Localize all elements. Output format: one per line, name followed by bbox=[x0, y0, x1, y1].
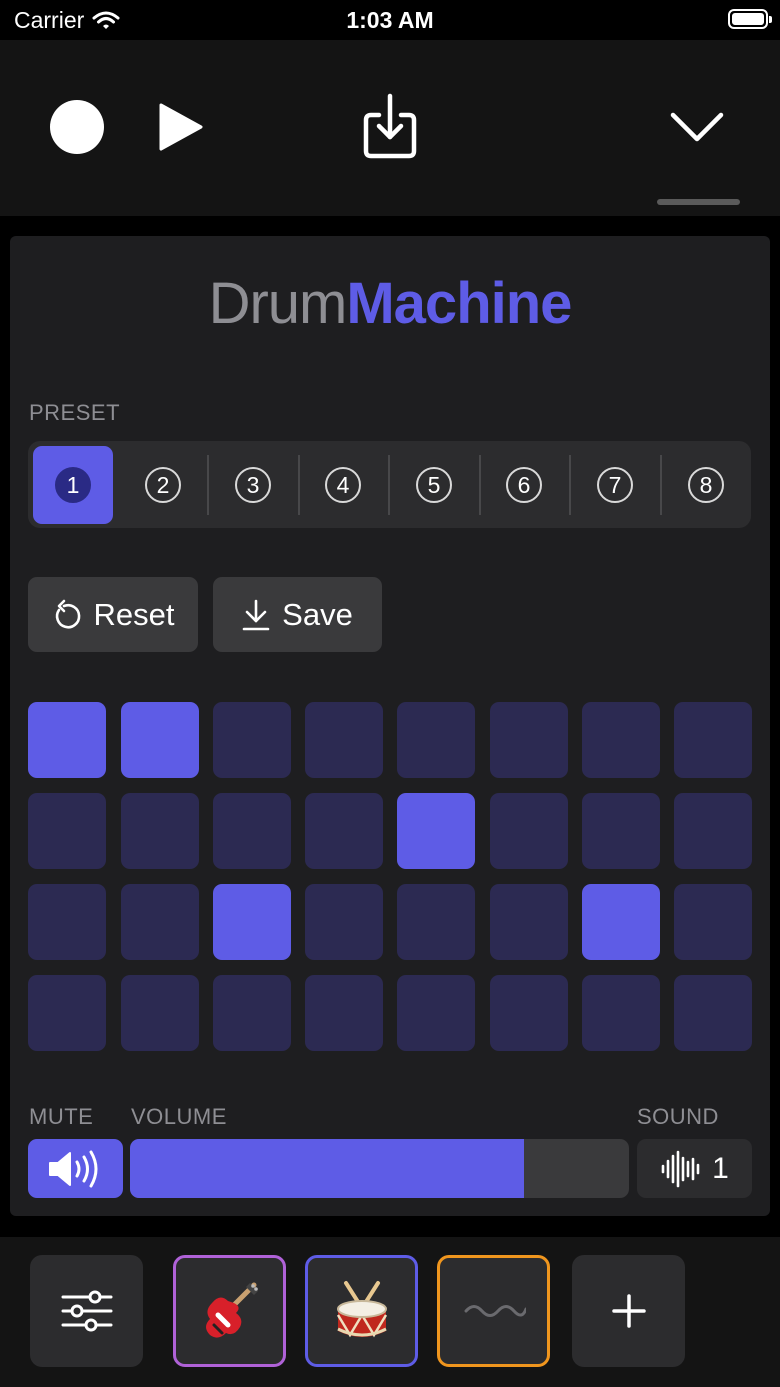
settings-button[interactable] bbox=[30, 1255, 143, 1367]
preset-1[interactable]: 1 bbox=[33, 446, 113, 524]
pad-r1-c3[interactable] bbox=[213, 702, 291, 778]
pad-r3-c7[interactable] bbox=[582, 884, 660, 960]
pad-r1-c1[interactable] bbox=[28, 702, 106, 778]
status-bar: Carrier 1:03 AM bbox=[0, 0, 780, 40]
pad-r1-c7[interactable] bbox=[582, 702, 660, 778]
sound-button[interactable]: 1 bbox=[637, 1139, 752, 1198]
reset-icon bbox=[55, 599, 80, 628]
volume-fill bbox=[130, 1139, 525, 1198]
pad-r2-c3[interactable] bbox=[213, 793, 291, 869]
pad-r2-c5[interactable] bbox=[397, 793, 475, 869]
drum-icon bbox=[336, 1281, 387, 1338]
reset-label: Reset bbox=[93, 596, 175, 632]
export-button[interactable] bbox=[360, 92, 420, 162]
preset-1-number: 1 bbox=[55, 467, 91, 503]
title-part-machine: Machine bbox=[346, 271, 572, 336]
preset-8-number: 8 bbox=[688, 467, 724, 503]
mute-button[interactable] bbox=[28, 1139, 123, 1198]
preset-3-number: 3 bbox=[235, 467, 271, 503]
download-icon bbox=[242, 599, 270, 630]
preset-divider bbox=[479, 455, 481, 515]
pad-r2-c1[interactable] bbox=[28, 793, 106, 869]
sliders-icon bbox=[61, 1290, 112, 1332]
pad-r4-c1[interactable] bbox=[28, 975, 106, 1051]
page-title: DrumMachine bbox=[0, 270, 780, 337]
pad-r2-c6[interactable] bbox=[490, 793, 568, 869]
reset-button[interactable]: Reset bbox=[28, 577, 198, 652]
pad-r4-c3[interactable] bbox=[213, 975, 291, 1051]
pad-r3-c1[interactable] bbox=[28, 884, 106, 960]
preset-2[interactable]: 2 bbox=[123, 446, 203, 524]
preset-3[interactable]: 3 bbox=[213, 446, 293, 524]
pad-r2-c8[interactable] bbox=[674, 793, 752, 869]
play-button[interactable] bbox=[152, 98, 208, 156]
instrument-synth[interactable] bbox=[437, 1255, 550, 1367]
preset-divider bbox=[207, 455, 209, 515]
speaker-wave-icon bbox=[48, 1150, 97, 1187]
pad-r4-c5[interactable] bbox=[397, 975, 475, 1051]
preset-7-number: 7 bbox=[597, 467, 633, 503]
preset-divider bbox=[569, 455, 571, 515]
pad-r4-c2[interactable] bbox=[121, 975, 199, 1051]
battery-icon bbox=[728, 9, 772, 29]
chevron-down-icon bbox=[670, 112, 724, 142]
collapse-button[interactable] bbox=[666, 104, 728, 150]
pad-r3-c8[interactable] bbox=[674, 884, 752, 960]
instrument-drum[interactable] bbox=[305, 1255, 418, 1367]
pad-r1-c2[interactable] bbox=[121, 702, 199, 778]
preset-divider bbox=[660, 455, 662, 515]
preset-label: PRESET bbox=[29, 400, 121, 425]
pad-r1-c8[interactable] bbox=[674, 702, 752, 778]
export-icon bbox=[363, 93, 417, 159]
pad-r4-c7[interactable] bbox=[582, 975, 660, 1051]
instrument-guitar[interactable] bbox=[173, 1255, 286, 1367]
pad-r4-c6[interactable] bbox=[490, 975, 568, 1051]
preset-6[interactable]: 6 bbox=[484, 446, 564, 524]
save-button[interactable]: Save bbox=[213, 577, 382, 652]
play-icon bbox=[159, 103, 203, 151]
title-part-drum: Drum bbox=[208, 271, 348, 336]
waveform-icon bbox=[661, 1150, 700, 1187]
volume-slider[interactable] bbox=[130, 1139, 629, 1198]
plus-icon bbox=[611, 1294, 646, 1328]
add-instrument-button[interactable] bbox=[572, 1255, 685, 1367]
preset-divider bbox=[298, 455, 300, 515]
pad-r3-c3[interactable] bbox=[213, 884, 291, 960]
pad-r1-c5[interactable] bbox=[397, 702, 475, 778]
drag-handle[interactable] bbox=[657, 199, 740, 205]
preset-5-number: 5 bbox=[416, 467, 452, 503]
record-button[interactable] bbox=[50, 100, 104, 154]
transport-toolbar bbox=[0, 40, 780, 216]
preset-6-number: 6 bbox=[506, 467, 542, 503]
pad-r4-c4[interactable] bbox=[305, 975, 383, 1051]
preset-divider bbox=[388, 455, 390, 515]
pad-r1-c4[interactable] bbox=[305, 702, 383, 778]
guitar-icon bbox=[205, 1282, 258, 1338]
sound-value: 1 bbox=[712, 1151, 729, 1185]
pad-r1-c6[interactable] bbox=[490, 702, 568, 778]
preset-4[interactable]: 4 bbox=[303, 446, 383, 524]
wave-icon bbox=[464, 1305, 526, 1317]
clock: 1:03 AM bbox=[346, 7, 434, 33]
preset-7[interactable]: 7 bbox=[575, 446, 655, 524]
save-label: Save bbox=[282, 596, 353, 632]
pad-r3-c5[interactable] bbox=[397, 884, 475, 960]
sound-label: SOUND bbox=[637, 1104, 719, 1129]
pad-r3-c2[interactable] bbox=[121, 884, 199, 960]
preset-selector: 1 2 3 4 5 6 7 8 bbox=[28, 441, 751, 528]
mute-label: MUTE bbox=[29, 1104, 94, 1129]
pad-r3-c4[interactable] bbox=[305, 884, 383, 960]
volume-label: VOLUME bbox=[131, 1104, 227, 1129]
preset-2-number: 2 bbox=[145, 467, 181, 503]
preset-4-number: 4 bbox=[325, 467, 361, 503]
preset-8[interactable]: 8 bbox=[666, 446, 746, 524]
preset-5[interactable]: 5 bbox=[394, 446, 474, 524]
pad-r2-c7[interactable] bbox=[582, 793, 660, 869]
pad-r4-c8[interactable] bbox=[674, 975, 752, 1051]
pad-r2-c2[interactable] bbox=[121, 793, 199, 869]
pad-r3-c6[interactable] bbox=[490, 884, 568, 960]
pad-r2-c4[interactable] bbox=[305, 793, 383, 869]
